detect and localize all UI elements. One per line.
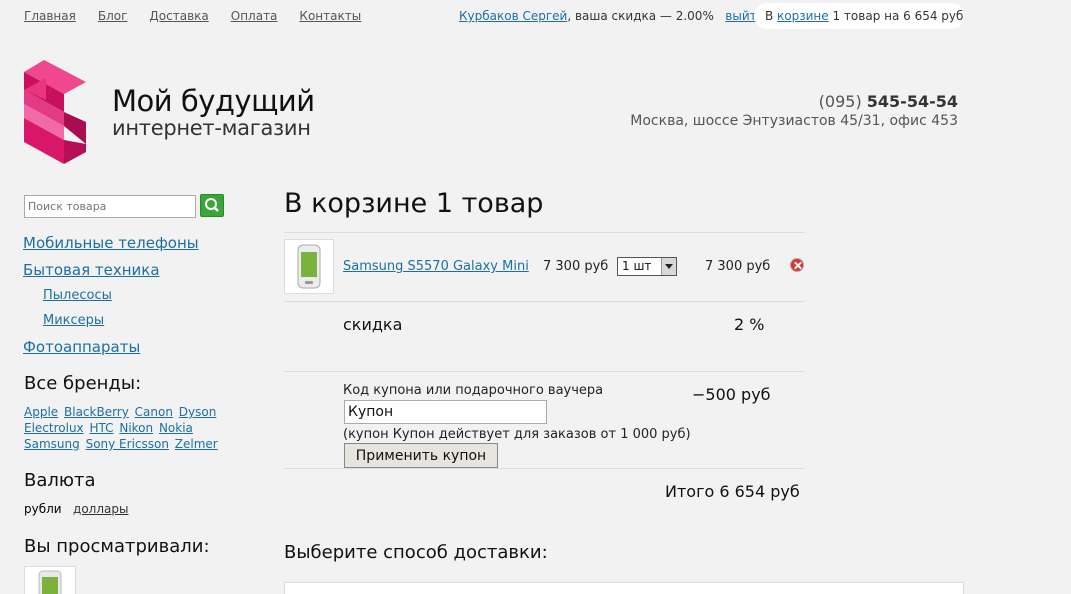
search-button[interactable] <box>200 194 224 217</box>
product-link[interactable]: Samsung S5570 Galaxy Mini <box>343 259 529 274</box>
page-title: В корзине 1 товар <box>284 188 544 219</box>
category-mobile-phones[interactable]: Мобильные телефоны <box>23 234 199 252</box>
nav-link-home[interactable]: Главная <box>24 9 76 23</box>
brand-link[interactable]: Nikon <box>119 421 153 435</box>
cart-summary-prefix: В <box>765 9 778 23</box>
brand-link[interactable]: Apple <box>24 405 58 419</box>
brand-link[interactable]: Nokia <box>159 421 193 435</box>
currency-switcher: рубли доллары <box>24 502 128 516</box>
s-logo-icon[interactable] <box>24 60 88 164</box>
product-total: 7 300 руб <box>705 259 771 274</box>
phone: (095) 545-54-54 <box>819 92 958 111</box>
user-name-link[interactable]: Курбаков Сергей <box>459 9 567 23</box>
user-discount-text: , ваша скидка — 2.00% <box>567 9 714 23</box>
order-total: Итого 6 654 руб <box>665 482 800 501</box>
remove-x-icon[interactable] <box>790 258 804 272</box>
apply-coupon-button[interactable]: Применить купон <box>344 443 498 468</box>
nav-link-delivery[interactable]: Доставка <box>149 9 208 23</box>
logo-subtitle[interactable]: интернет-магазин <box>112 116 311 140</box>
quantity-select[interactable]: 1 шт <box>617 257 677 276</box>
search-input[interactable] <box>24 195 196 218</box>
chevron-down-icon <box>661 258 676 275</box>
nav-link-contacts[interactable]: Контакты <box>299 9 361 23</box>
divider <box>284 232 805 233</box>
magnifier-icon <box>205 198 219 212</box>
category-cameras[interactable]: Фотоаппараты <box>23 338 140 356</box>
brand-link[interactable]: BlackBerry <box>64 405 129 419</box>
currency-dollars-link[interactable]: доллары <box>73 502 128 516</box>
user-bar: Курбаков Сергей, ваша скидка — 2.00% вый… <box>459 9 764 23</box>
currency-heading: Валюта <box>24 470 96 491</box>
discount-value: 2 % <box>734 315 765 334</box>
divider <box>284 371 805 372</box>
address: Москва, шоссе Энтузиастов 45/31, офис 45… <box>630 113 958 129</box>
brand-link[interactable]: Zelmer <box>175 437 218 451</box>
phone-product-image <box>38 570 62 594</box>
viewed-product-thumb[interactable] <box>24 566 76 594</box>
brand-link[interactable]: Canon <box>135 405 173 419</box>
delivery-options-box <box>284 582 964 594</box>
brands-heading: Все бренды: <box>24 373 142 394</box>
phone-number: 545-54-54 <box>866 92 958 111</box>
currency-current: рубли <box>24 502 62 516</box>
top-nav: Главная Блог Доставка Оплата Контакты <box>24 9 383 23</box>
brand-link[interactable]: HTC <box>89 421 113 435</box>
brand-link[interactable]: Dyson <box>179 405 217 419</box>
divider <box>284 301 805 302</box>
brands-list: Apple BlackBerry Canon Dyson Electrolux … <box>24 404 254 452</box>
category-vacuum-cleaners[interactable]: Пылесосы <box>43 288 112 303</box>
nav-link-blog[interactable]: Блог <box>98 9 128 23</box>
coupon-input[interactable] <box>344 400 547 424</box>
phone-product-image <box>297 244 321 289</box>
delivery-heading: Выберите способ доставки: <box>284 542 548 563</box>
product-price: 7 300 руб <box>543 259 609 274</box>
category-mixers[interactable]: Миксеры <box>43 313 104 328</box>
coupon-label: Код купона или подарочного ваучера <box>343 383 604 398</box>
nav-link-payment[interactable]: Оплата <box>231 9 278 23</box>
cart-summary: В корзине 1 товар на 6 654 руб <box>754 3 964 29</box>
logo-title[interactable]: Мой будущий <box>112 84 315 118</box>
product-thumb[interactable] <box>284 239 334 294</box>
phone-code: (095) <box>818 92 862 111</box>
coupon-amount: −500 руб <box>692 385 771 404</box>
cart-link[interactable]: корзине <box>777 9 829 23</box>
cart-summary-text: 1 товар на 6 654 руб <box>828 9 964 23</box>
coupon-note: (купон Купон действует для заказов от 1 … <box>343 427 691 442</box>
discount-label: скидка <box>343 315 403 334</box>
brand-link[interactable]: Sony Ericsson <box>86 437 169 451</box>
quantity-value: 1 шт <box>622 259 652 273</box>
brand-link[interactable]: Electrolux <box>24 421 84 435</box>
viewed-heading: Вы просматривали: <box>24 536 210 557</box>
brand-link[interactable]: Samsung <box>24 437 80 451</box>
category-appliances[interactable]: Бытовая техника <box>23 261 160 279</box>
divider <box>284 468 805 469</box>
